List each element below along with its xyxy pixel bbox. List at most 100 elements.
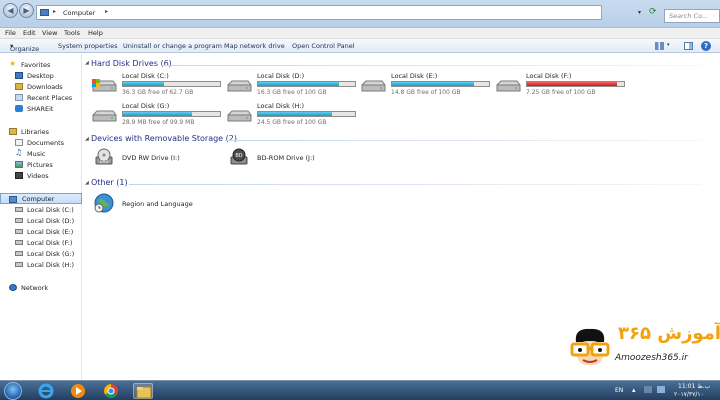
uninstall-program-button[interactable]: Uninstall or change a program [123,42,222,50]
chevron-right-icon[interactable]: ▸ [53,8,56,15]
network-tray-icon[interactable] [657,386,665,393]
tray-time[interactable]: 11:01 ب.ظ [678,383,710,390]
nav-pictures[interactable]: Pictures [0,159,82,170]
nav-downloads[interactable]: Downloads [0,81,82,92]
drive-name: Local Disk (E:) [391,72,438,80]
videos-icon [15,172,23,179]
collapse-arrow-icon[interactable]: ◢ [85,60,89,66]
hard-drive-icon [92,110,117,122]
tray-arrow-icon[interactable]: ▴ [632,386,636,394]
nav-shareit[interactable]: SHAREit [0,103,82,114]
music-icon: ♫ [15,148,23,157]
chevron-down-icon[interactable]: ▾ [638,9,641,16]
nav-libraries[interactable]: Libraries [0,126,82,137]
media-player-taskbar-button[interactable] [68,383,88,399]
search-input[interactable]: Search Co... [664,9,720,23]
nav-music[interactable]: ♫ Music [0,148,82,159]
menu-view[interactable]: View [42,29,57,37]
nav-disk-e-label: Local Disk (E:) [27,228,74,236]
chevron-right-icon[interactable]: ▸ [105,8,108,15]
drive-usage-bar [526,81,625,87]
drive-f[interactable]: Local Disk (F:) 7.25 GB free of 100 GB [493,72,625,100]
group-header-other[interactable]: Other (1) [91,178,128,187]
nav-computer[interactable]: Computer [0,193,82,204]
drive-c[interactable]: Local Disk (C:) 36.3 GB free of 62.7 GB [89,72,221,100]
drive-free-space: 7.25 GB free of 100 GB [526,89,596,96]
amoozesh365-logo: آموزش ۳۶۵ Amoozesh365.ir [564,321,720,377]
organize-button[interactable]: Organize ▾ [10,42,39,53]
change-view-icon[interactable] [655,42,664,50]
nav-disk-f[interactable]: Local Disk (F:) [0,237,82,248]
system-properties-button[interactable]: System properties [58,42,117,50]
drive-usage-bar [257,111,356,117]
menu-help[interactable]: Help [88,29,103,37]
drive-usage-fill [123,82,164,86]
nav-disk-h[interactable]: Local Disk (H:) [0,259,82,270]
forward-button[interactable]: ▶ [19,3,34,18]
chrome-taskbar-button[interactable] [101,383,121,399]
map-network-drive-button[interactable]: Map network drive [224,42,285,50]
item-region-language[interactable]: Region and Language [89,192,221,218]
nav-computer-label: Computer [22,195,55,203]
nav-favorites[interactable]: ★ Favorites [0,59,82,70]
start-button[interactable] [4,382,22,400]
nav-videos[interactable]: Videos [0,170,82,181]
explorer-taskbar-button[interactable] [133,383,153,399]
drive-usage-bar [257,81,356,87]
refresh-icon[interactable]: ⟳ [649,7,657,17]
help-icon[interactable]: ? [701,41,711,51]
drive-name: Local Disk (H:) [257,102,305,110]
chrome-icon [104,384,118,398]
menu-edit[interactable]: Edit [23,29,36,37]
nav-disk-g[interactable]: Local Disk (G:) [0,248,82,259]
nav-recent-places[interactable]: Recent Places [0,92,82,103]
group-divider [161,65,701,66]
nav-disk-c[interactable]: Local Disk (C:) [0,204,82,215]
command-bar: Organize ▾ System properties Uninstall o… [0,39,720,53]
nav-network-label: Network [21,284,49,292]
nav-documents[interactable]: Documents [0,137,82,148]
flag-icon[interactable] [644,386,652,393]
folder-icon [136,386,152,399]
nav-desktop[interactable]: Desktop [0,70,82,81]
nav-disk-d[interactable]: Local Disk (D:) [0,215,82,226]
address-bar[interactable]: ▸ Computer ▸ [36,5,602,20]
group-divider [129,184,701,185]
hard-drive-icon [361,80,386,92]
drive-usage-fill [258,82,340,86]
drive-e[interactable]: Local Disk (E:) 14.8 GB free of 100 GB [358,72,490,100]
ie-taskbar-button[interactable] [36,383,56,399]
menu-tools[interactable]: Tools [64,29,80,37]
menu-file[interactable]: File [5,29,16,37]
back-button[interactable]: ◀ [3,3,18,18]
collapse-arrow-icon[interactable]: ◢ [85,180,89,186]
tray-date[interactable]: ۲۰۱۷/۳۷/۱۰ [674,391,704,398]
nav-desktop-label: Desktop [27,72,54,80]
libraries-icon [9,128,17,135]
hard-drive-icon [15,207,23,212]
nav-network[interactable]: Network [0,282,82,293]
nav-music-label: Music [27,150,46,158]
nav-disk-h-label: Local Disk (H:) [27,261,75,269]
group-header-hdd[interactable]: Hard Disk Drives (6) [91,59,172,68]
group-header-removable[interactable]: Devices with Removable Storage (2) [91,134,237,143]
drive-g[interactable]: Local Disk (G:) 28.9 MB free of 99.9 MB [89,102,221,130]
preview-pane-icon[interactable] [684,42,693,50]
drive-usage-fill [392,82,475,86]
collapse-arrow-icon[interactable]: ◢ [85,136,89,142]
nav-disk-g-label: Local Disk (G:) [27,250,75,258]
navigation-pane: ★ Favorites Desktop Downloads Recent Pla… [0,54,82,380]
internet-explorer-icon [38,383,54,399]
drive-bd[interactable]: BD BD-ROM Drive (J:) [224,148,356,170]
drive-h[interactable]: Local Disk (H:) 24.5 GB free of 100 GB [224,102,356,130]
language-indicator[interactable]: EN [615,387,623,394]
nav-disk-e[interactable]: Local Disk (E:) [0,226,82,237]
drive-dvd[interactable]: DVD DVD RW Drive (I:) [89,148,221,170]
drive-d[interactable]: Local Disk (D:) 16.3 GB free of 100 GB [224,72,356,100]
breadcrumb-computer[interactable]: Computer [63,9,95,17]
item-region-language-name: Region and Language [122,200,193,208]
menu-bar: File Edit View Tools Help [0,28,720,39]
chevron-down-icon[interactable]: ▾ [667,42,670,48]
logo-latin-text: Amoozesh365.ir [615,353,688,363]
open-control-panel-button[interactable]: Open Control Panel [292,42,355,50]
